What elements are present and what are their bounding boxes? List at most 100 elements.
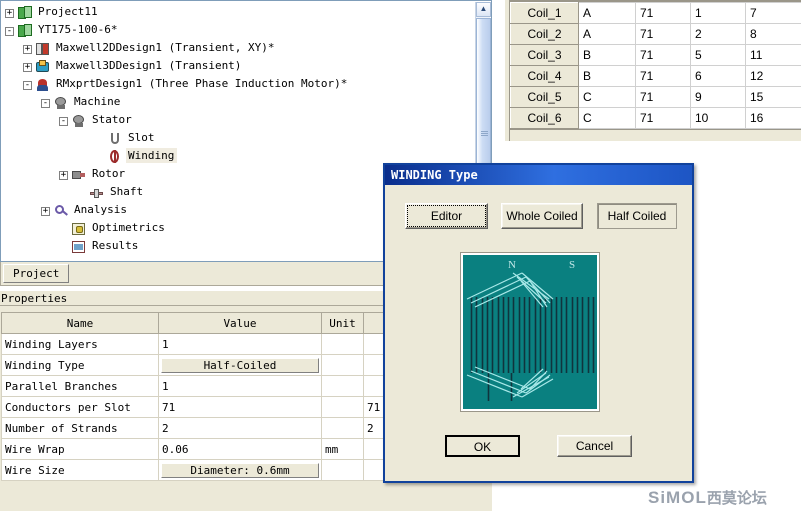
- tree-expander-plus-icon[interactable]: +: [41, 206, 50, 216]
- properties-body: Winding Layers 1 Winding Type Half-Coiled Pa…: [1, 333, 384, 481]
- coil-table-row[interactable]: Coil_1 A 71 1 7: [510, 2, 801, 24]
- properties-row[interactable]: Wire Wrap 0.06 mm: [1, 438, 384, 460]
- cancel-button[interactable]: Cancel: [557, 435, 632, 457]
- coil-table[interactable]: Coil_1 A 71 1 7 Coil_2 A 71 2 8 Coil_3 B 71 5 11 Coil_4…: [510, 2, 801, 129]
- end-winding-line: [466, 272, 523, 300]
- tree-item-machine[interactable]: - Machine: [1, 94, 474, 112]
- coil-name-cell[interactable]: Coil_5: [510, 86, 579, 108]
- coil-table-row[interactable]: Coil_5 C 71 9 15: [510, 86, 801, 108]
- ok-button[interactable]: OK: [445, 435, 520, 457]
- tree-item-label: RMxprtDesign1 (Three Phase Induction Mot…: [56, 77, 348, 90]
- coil-name-cell[interactable]: Coil_6: [510, 107, 579, 129]
- tree-expander-plus-icon[interactable]: +: [23, 62, 32, 72]
- coil-table-row[interactable]: Coil_2 A 71 2 8: [510, 23, 801, 45]
- properties-row[interactable]: Conductors per Slot 71 71: [1, 396, 384, 418]
- coil-in-slot-cell: 10: [690, 107, 746, 129]
- coil-name-cell[interactable]: Coil_3: [510, 44, 579, 66]
- tree-expander-spacer: [77, 189, 86, 198]
- editor-button[interactable]: Editor: [405, 203, 488, 229]
- watermark-cn-text: 西莫论坛: [706, 490, 767, 507]
- coil-in-slot-cell: 5: [690, 44, 746, 66]
- coil-name-cell[interactable]: Coil_1: [510, 2, 579, 24]
- properties-row[interactable]: Winding Type Half-Coiled: [1, 354, 384, 376]
- coil-phase-cell: C: [578, 86, 636, 108]
- tree-item-stator[interactable]: - Stator: [1, 112, 474, 130]
- tree-item-rmxprtdesign1[interactable]: - RMxprtDesign1 (Three Phase Induction Mo…: [1, 76, 474, 94]
- property-name-cell: Conductors per Slot: [1, 396, 159, 418]
- coil-out-slot-cell: 7: [745, 2, 801, 24]
- project-icon: [17, 24, 33, 38]
- tree-expander-minus-icon[interactable]: -: [59, 116, 68, 126]
- properties-row[interactable]: Winding Layers 1: [1, 333, 384, 355]
- coil-table-panel[interactable]: Coil_1 A 71 1 7 Coil_2 A 71 2 8 Coil_3 B 71 5 11 Coil_4…: [505, 0, 801, 165]
- coil-turns-cell: 71: [635, 44, 691, 66]
- coil-turns-cell: 71: [635, 86, 691, 108]
- property-unit-cell: [321, 396, 364, 418]
- tree-expander-spacer: [95, 135, 104, 144]
- tree-expander-plus-icon[interactable]: +: [5, 8, 14, 18]
- tree-expander-plus-icon[interactable]: +: [23, 44, 32, 54]
- coil-name-cell[interactable]: Coil_2: [510, 23, 579, 45]
- properties-col-header[interactable]: Name: [1, 312, 159, 334]
- property-value-button[interactable]: Diameter: 0.6mm: [161, 462, 319, 478]
- end-winding-line: [474, 280, 531, 308]
- whole-coiled-button[interactable]: Whole Coiled: [501, 203, 583, 229]
- property-unit-cell: [321, 459, 364, 481]
- winding-type-dialog[interactable]: WINDING Type Editor Whole Coiled Half Co…: [383, 163, 694, 483]
- property-value-cell[interactable]: 2: [158, 417, 322, 439]
- scroll-up-arrow-icon[interactable]: ▲: [476, 2, 491, 17]
- properties-row[interactable]: Number of Strands 2 2: [1, 417, 384, 439]
- tree-item-maxwell3ddesign1[interactable]: + Maxwell3DDesign1 (Transient): [1, 58, 474, 76]
- tree-expander-plus-icon[interactable]: +: [59, 170, 68, 180]
- tree-item-label: Optimetrics: [92, 221, 165, 234]
- tree-item-label: Machine: [74, 95, 121, 108]
- properties-col-header[interactable]: Value: [158, 312, 322, 334]
- coil-in-slot-cell: 1: [690, 2, 746, 24]
- tab-project[interactable]: Project: [3, 264, 70, 283]
- properties-row[interactable]: Wire Size Diameter: 0.6mm: [1, 459, 384, 481]
- property-name-cell: Wire Wrap: [1, 438, 159, 460]
- tree-item-label: YT175-100-6*: [38, 23, 118, 36]
- properties-col-header[interactable]: [363, 312, 384, 334]
- dialog-title-bar: WINDING Type: [385, 165, 692, 185]
- property-value-cell[interactable]: 71: [158, 396, 322, 418]
- half-coiled-button[interactable]: Half Coiled: [597, 203, 677, 229]
- property-value-cell[interactable]: Half-Coiled: [158, 354, 322, 376]
- winding-diagram-svg: [466, 272, 595, 401]
- machine-icon: [53, 96, 69, 110]
- properties-col-header[interactable]: Unit: [321, 312, 364, 334]
- property-value-button[interactable]: Half-Coiled: [161, 357, 319, 373]
- coil-out-slot-cell: 11: [745, 44, 801, 66]
- property-value-cell[interactable]: 1: [158, 375, 322, 397]
- tree-item-slot[interactable]: Slot: [1, 130, 474, 148]
- coil-name-cell[interactable]: Coil_4: [510, 65, 579, 87]
- property-extra-cell: [363, 459, 384, 481]
- property-unit-cell: mm: [321, 438, 364, 460]
- coil-in-slot-cell: 9: [690, 86, 746, 108]
- tree-item-maxwell2ddesign1[interactable]: + Maxwell2DDesign1 (Transient, XY)*: [1, 40, 474, 58]
- tree-expander-minus-icon[interactable]: -: [23, 80, 32, 90]
- tree-item-label: Analysis: [74, 203, 127, 216]
- properties-row[interactable]: Parallel Branches 1: [1, 375, 384, 397]
- coil-table-row[interactable]: Coil_3 B 71 5 11: [510, 44, 801, 66]
- property-name-cell: Number of Strands: [1, 417, 159, 439]
- tree-item-yt175-100-6-[interactable]: - YT175-100-6*: [1, 22, 474, 40]
- property-extra-cell: 2: [363, 417, 384, 439]
- tree-expander-minus-icon[interactable]: -: [5, 26, 14, 36]
- tree-item-project11[interactable]: + Project11: [1, 4, 474, 22]
- tree-item-label: Results: [92, 239, 139, 252]
- coil-table-row[interactable]: Coil_6 C 71 10 16: [510, 107, 801, 129]
- tree-expander-spacer: [59, 243, 68, 252]
- property-value-cell[interactable]: 0.06: [158, 438, 322, 460]
- property-value-cell[interactable]: 1: [158, 333, 322, 355]
- slot-icon: [107, 132, 123, 146]
- property-name-cell: Winding Type: [1, 354, 159, 376]
- coil-turns-cell: 71: [635, 2, 691, 24]
- property-extra-cell: [363, 438, 384, 460]
- property-value-cell[interactable]: Diameter: 0.6mm: [158, 459, 322, 481]
- stator-icon: [71, 114, 87, 128]
- properties-table[interactable]: Name Value Unit Winding Layers 1 Winding Typ…: [1, 312, 384, 481]
- coil-table-row[interactable]: Coil_4 B 71 6 12: [510, 65, 801, 87]
- tree-expander-minus-icon[interactable]: -: [41, 98, 50, 108]
- coil-out-slot-cell: 12: [745, 65, 801, 87]
